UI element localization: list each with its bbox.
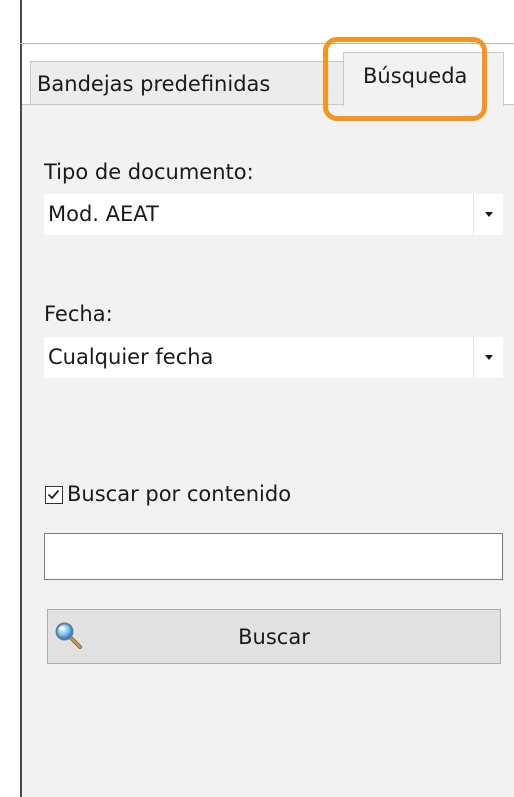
date-value: Cualquier fecha (48, 345, 214, 369)
checkmark-icon (47, 489, 60, 500)
tab-bandejas-predefinidas[interactable]: Bandejas predefinidas (30, 61, 346, 104)
chevron-down-icon (485, 212, 493, 217)
chevron-down-icon (485, 355, 493, 360)
doc-type-value: Mod. AEAT (48, 202, 159, 226)
date-dropdown-button[interactable] (473, 337, 503, 378)
doc-type-label: Tipo de documento: (44, 160, 254, 184)
doc-type-dropdown-button[interactable] (473, 194, 503, 235)
content-search-input[interactable] (44, 533, 503, 580)
search-button-label: Buscar (238, 625, 310, 649)
search-button[interactable]: Buscar (47, 609, 501, 664)
tab-highlight-annotation (323, 37, 487, 121)
tab-label: Bandejas predefinidas (37, 72, 271, 96)
date-select[interactable]: Cualquier fecha (44, 337, 503, 378)
content-search-checkbox[interactable] (45, 486, 63, 504)
date-label: Fecha: (44, 302, 113, 326)
doc-type-select[interactable]: Mod. AEAT (44, 194, 503, 235)
content-search-label: Buscar por contenido (67, 482, 292, 506)
search-panel-window: Bandejas predefinidas Búsqueda Tipo de d… (0, 0, 514, 797)
